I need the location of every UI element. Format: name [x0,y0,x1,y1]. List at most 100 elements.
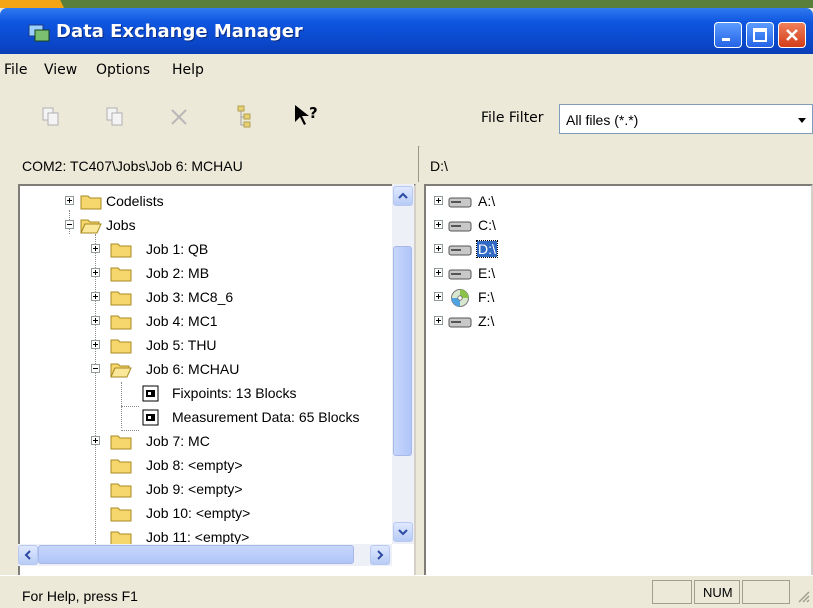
expand-icon[interactable] [91,340,100,349]
tree-label: Codelists [106,193,164,209]
menu-options[interactable]: Options [96,62,150,78]
right-drive-pane[interactable]: A:\ C:\ D:\ E:\ F:\ Z:\ [424,184,813,584]
tree-item-job-2[interactable]: Job 2: MB [20,262,400,286]
scroll-right-button[interactable] [370,545,390,565]
tree-item-job-6[interactable]: Job 6: MCHAU [20,358,400,382]
expand-icon[interactable] [91,244,100,253]
window-title: Data Exchange Manager [56,21,303,42]
paste-icon [106,107,123,126]
folder-icon [110,339,132,354]
tree-item-job-9[interactable]: Job 9: <empty> [20,478,400,502]
drive-label: Z:\ [478,313,495,329]
status-panel [742,580,790,604]
folder-icon [110,291,132,306]
folder-icon [110,435,132,450]
expand-icon[interactable] [91,292,100,301]
drive-item-d[interactable]: D:\ [426,238,806,262]
tree-item-job-5[interactable]: Job 5: THU [20,334,400,358]
drive-item-c[interactable]: C:\ [426,214,806,238]
tree-label: Job 4: MC1 [146,313,218,329]
tree-item-job-1[interactable]: Job 1: QB [20,238,400,262]
left-horizontal-scrollbar[interactable] [18,544,392,566]
resize-grip-icon[interactable] [795,588,811,604]
scroll-left-button[interactable] [18,545,38,565]
menu-bar: File View Options Help [0,54,813,82]
maximize-icon [753,28,767,42]
drive-icon [448,245,472,256]
context-help-button[interactable]: ? [292,102,322,132]
title-bar[interactable]: Data Exchange Manager [0,8,813,54]
expand-icon[interactable] [91,316,100,325]
tree-item-jobs[interactable]: Jobs [20,214,400,238]
tree-item-codelists[interactable]: Codelists [20,190,400,214]
drive-icon [448,269,472,280]
chevron-down-icon[interactable] [792,111,812,129]
tree-item-job-7[interactable]: Job 7: MC [20,430,400,454]
expand-icon[interactable] [65,196,74,205]
folder-icon [110,315,132,330]
help-pointer-icon: ? [295,104,318,125]
tree-label: Measurement Data: 65 Blocks [172,409,360,425]
status-bar: For Help, press F1 NUM [0,575,813,608]
open-folder-icon [110,363,132,378]
left-vertical-scrollbar[interactable] [392,184,414,544]
scroll-down-button[interactable] [393,522,413,542]
right-path-text: D:\ [430,158,448,174]
drive-item-e[interactable]: E:\ [426,262,806,286]
tree-label: Job 11: <empty> [146,529,250,545]
drive-label: F:\ [478,289,495,305]
tree-label: Job 2: MB [146,265,210,281]
file-filter-label: File Filter [481,110,544,126]
tree-item-job-3[interactable]: Job 3: MC8_6 [20,286,400,310]
scroll-up-button[interactable] [393,186,413,206]
collapse-icon[interactable] [65,220,74,229]
expand-icon[interactable] [434,316,443,325]
close-button[interactable] [778,22,806,48]
tree-item-fixpoints[interactable]: Fixpoints: 13 Blocks [20,382,400,406]
copy-button[interactable] [36,102,66,132]
tree-label: Job 5: THU [146,337,217,353]
paste-button[interactable] [100,102,130,132]
drive-label: A:\ [478,193,496,209]
menu-file[interactable]: File [4,62,27,78]
scroll-thumb[interactable] [393,246,412,456]
tree-item-job-4[interactable]: Job 4: MC1 [20,310,400,334]
menu-view[interactable]: View [44,62,77,78]
folder-icon [110,267,132,282]
left-path-text: COM2: TC407\Jobs\Job 6: MCHAU [22,158,243,174]
expand-icon[interactable] [434,292,443,301]
drive-item-a[interactable]: A:\ [426,190,806,214]
tree-icon [237,105,251,128]
tree-label: Fixpoints: 13 Blocks [172,385,297,401]
tree-label: Job 6: MCHAU [146,361,240,377]
tree-label: Job 7: MC [146,433,210,449]
collapse-icon[interactable] [91,364,100,373]
expand-icon[interactable] [434,196,443,205]
tree-item-job-8[interactable]: Job 8: <empty> [20,454,400,478]
expand-icon[interactable] [434,268,443,277]
file-filter-dropdown[interactable]: All files (*.*) [559,104,813,134]
drive-item-f[interactable]: F:\ [426,286,806,310]
tree-item-job-10[interactable]: Job 10: <empty> [20,502,400,526]
open-folder-icon [80,219,102,234]
minimize-button[interactable] [714,22,742,48]
drive-item-z[interactable]: Z:\ [426,310,806,334]
scroll-thumb[interactable] [38,545,354,564]
maximize-button[interactable] [746,22,774,48]
app-window: Data Exchange Manager File View Options … [0,8,813,608]
expand-icon[interactable] [91,268,100,277]
delete-button[interactable] [164,102,194,132]
left-tree-pane[interactable]: Codelists Jobs Job 1: QB Job 2: MB Job 3… [18,184,416,584]
close-icon [786,29,798,41]
drive-label: C:\ [478,217,496,233]
tree-item-measurement-data[interactable]: Measurement Data: 65 Blocks [20,406,400,430]
file-filter-value: All files (*.*) [566,112,639,128]
expand-icon[interactable] [91,436,100,445]
tree-view-button[interactable] [230,102,260,132]
minimize-icon [722,38,730,41]
menu-help[interactable]: Help [172,62,204,78]
expand-icon[interactable] [434,220,443,229]
chevron-left-icon [24,550,31,560]
expand-icon[interactable] [434,244,443,253]
status-help-text: For Help, press F1 [22,588,138,604]
